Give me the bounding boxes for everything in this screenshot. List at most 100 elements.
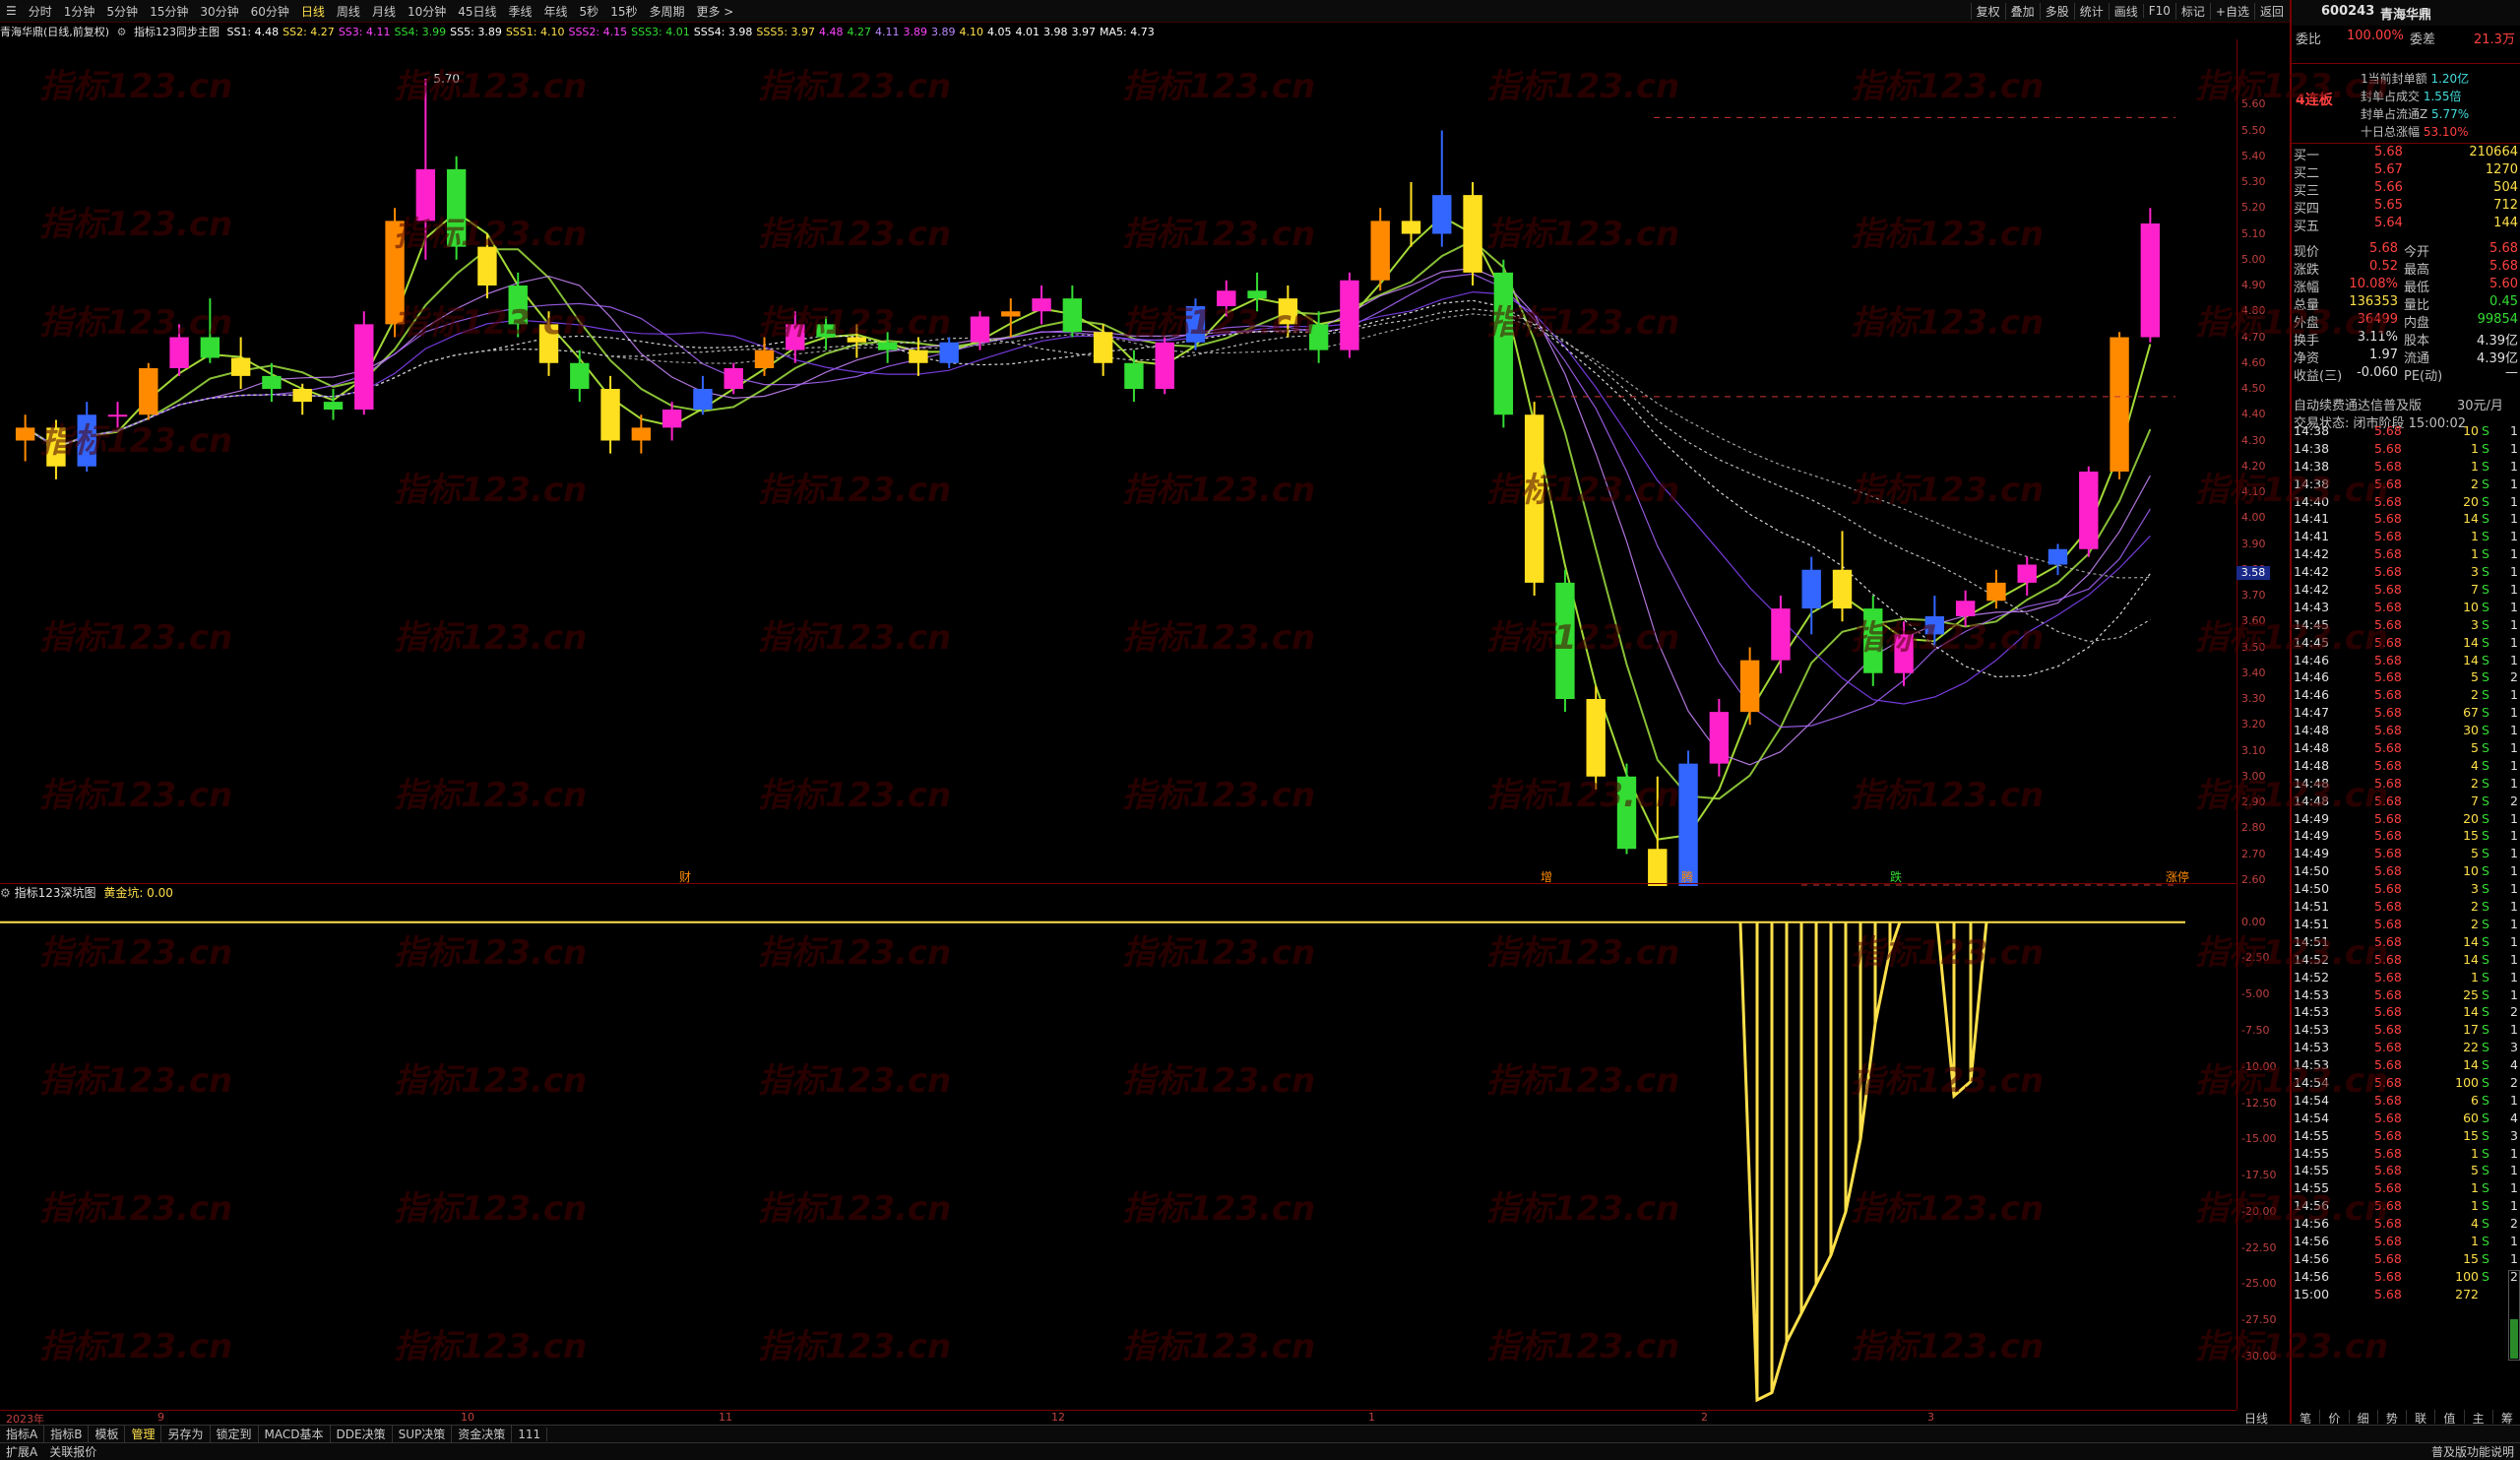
candle[interactable] [1801, 569, 1821, 609]
candle[interactable] [2140, 223, 2161, 338]
candle[interactable] [1524, 414, 1544, 583]
period-tab[interactable]: 15秒 [604, 3, 643, 20]
candle[interactable] [847, 337, 867, 343]
candle[interactable] [1247, 290, 1267, 299]
indicator-tab[interactable]: 管理 [125, 1426, 162, 1442]
panel-tab[interactable]: 势 [2378, 1410, 2407, 1426]
bid-row[interactable]: 买一 5.68 210664 [2292, 144, 2520, 163]
bid-row[interactable]: 买五 5.64 144 [2292, 215, 2520, 234]
period-tab[interactable]: 多周期 [643, 3, 690, 20]
panel-tab[interactable]: 值 [2435, 1410, 2465, 1426]
candle[interactable] [169, 337, 189, 369]
tool-button[interactable]: 返回 [2253, 2, 2289, 20]
period-tab[interactable]: 日线 [295, 3, 331, 20]
candle[interactable] [354, 324, 374, 410]
pit-indicator-chart[interactable] [0, 898, 2236, 1410]
candle[interactable] [1555, 582, 1575, 699]
candle[interactable] [1894, 634, 1914, 673]
candle[interactable] [1771, 608, 1791, 661]
candle[interactable] [1986, 582, 2006, 602]
candle[interactable] [107, 414, 128, 417]
status-extend[interactable]: 扩展A [0, 1443, 43, 1460]
candle[interactable] [786, 324, 805, 350]
tool-button[interactable]: 复权 [1970, 2, 2005, 20]
candle[interactable] [1185, 306, 1206, 343]
indicator-tab[interactable]: 111 [512, 1427, 548, 1441]
candle[interactable] [816, 324, 836, 338]
scrollbar[interactable] [2508, 1270, 2520, 1361]
candle[interactable] [970, 316, 990, 343]
candle[interactable] [1217, 290, 1236, 306]
candle[interactable] [385, 221, 405, 325]
candle[interactable] [2048, 548, 2068, 565]
period-tab[interactable]: 60分钟 [245, 3, 295, 20]
candle[interactable] [1432, 195, 1452, 234]
candlestick-chart[interactable]: 5.702.50财增腾跌涨停 [0, 39, 2236, 886]
candle[interactable] [570, 362, 590, 389]
candle[interactable] [1463, 195, 1482, 273]
period-tab[interactable]: 分时 [23, 3, 58, 20]
candle[interactable] [230, 357, 251, 376]
period-tab[interactable]: 季线 [503, 3, 538, 20]
candle[interactable] [1370, 221, 1390, 281]
tool-button[interactable]: +自选 [2209, 2, 2254, 20]
candle[interactable] [1924, 616, 1945, 635]
bid-row[interactable]: 买二 5.67 1270 [2292, 161, 2520, 181]
candle[interactable] [754, 349, 775, 368]
candle[interactable] [538, 324, 559, 363]
candle[interactable] [909, 349, 928, 363]
period-tab[interactable]: 更多 > [690, 3, 739, 20]
indicator-tab[interactable]: 锁定到 [211, 1426, 259, 1442]
tool-button[interactable]: 叠加 [2004, 2, 2040, 20]
candle[interactable] [446, 168, 467, 247]
candle[interactable] [1124, 362, 1144, 389]
candle[interactable] [631, 427, 652, 441]
candle[interactable] [877, 342, 898, 350]
tick-list[interactable]: 14:38 5.68 10 S 1 14:38 5.68 1 S 1 14:38 5.68 1 S 1 14:… [2292, 423, 2520, 1304]
candle[interactable] [1278, 298, 1298, 325]
candle[interactable] [1586, 699, 1606, 777]
candle[interactable] [200, 337, 220, 358]
period-tab[interactable]: 10分钟 [402, 3, 452, 20]
candle[interactable] [1616, 776, 1637, 850]
candle[interactable] [46, 427, 66, 467]
candle[interactable] [1955, 601, 1976, 616]
period-tab[interactable]: 年线 [538, 3, 574, 20]
indicator-tab[interactable]: MACD基本 [259, 1426, 331, 1442]
panel-tab[interactable]: 主 [2465, 1410, 2493, 1426]
candle[interactable] [1863, 608, 1883, 673]
candle[interactable] [1832, 569, 1853, 609]
bid-row[interactable]: 买三 5.66 504 [2292, 179, 2520, 199]
candle[interactable] [1493, 272, 1514, 415]
candle[interactable] [1739, 660, 1760, 713]
candle[interactable] [600, 389, 620, 441]
candle[interactable] [1032, 298, 1051, 312]
indicator-tab[interactable]: 指标A [0, 1426, 45, 1442]
bid-row[interactable]: 买四 5.65 712 [2292, 197, 2520, 217]
candle[interactable] [693, 389, 713, 410]
panel-tab[interactable]: 价 [2320, 1410, 2350, 1426]
fee-row[interactable]: 自动续费通达信普及版 30元/月 [2292, 394, 2520, 413]
indicator-tab[interactable]: 指标B [44, 1426, 90, 1442]
indicator-tab[interactable]: SUP决策 [393, 1426, 453, 1442]
indicator-tab[interactable]: DDE决策 [331, 1426, 393, 1442]
candle[interactable] [662, 410, 682, 428]
candle[interactable] [262, 375, 282, 389]
tool-button[interactable]: 画线 [2108, 2, 2143, 20]
candle[interactable] [939, 342, 959, 363]
candle[interactable] [1001, 311, 1021, 317]
period-tab[interactable]: 15分钟 [144, 3, 194, 20]
status-help[interactable]: 普及版功能说明 [2426, 1443, 2520, 1460]
stock-title[interactable]: 青海华鼎(日线,前复权) [0, 26, 109, 38]
indicator-tab[interactable]: 模板 [89, 1426, 126, 1442]
candle[interactable] [77, 414, 96, 467]
panel-tab[interactable]: 细 [2350, 1410, 2378, 1426]
candle[interactable] [1155, 342, 1174, 389]
tool-button[interactable]: 多股 [2039, 2, 2074, 20]
candle[interactable] [2110, 337, 2129, 473]
candle[interactable] [15, 427, 35, 441]
indicator-tab[interactable]: 资金决策 [452, 1426, 513, 1442]
candle[interactable] [1648, 849, 1668, 886]
period-tab[interactable]: 30分钟 [194, 3, 244, 20]
menu-icon[interactable]: ☰ [0, 4, 23, 18]
